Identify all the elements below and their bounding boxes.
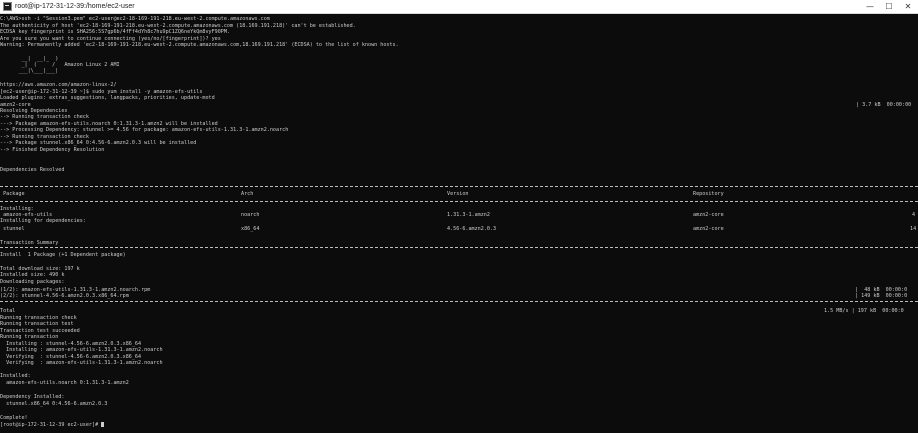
row-size: 4: [912, 212, 916, 218]
shell-prompt[interactable]: [root@ip-172-31-12-39 ec2-user]#: [0, 422, 105, 428]
dependency-installed-line: stunnel.x86_64 0:4.56-6.amzn2.0.3: [0, 401, 108, 407]
transaction-line: Running transaction test: [0, 321, 74, 327]
download-item-stats: | 149 kB 00:00:0: [855, 293, 908, 299]
maximize-button[interactable]: ☐: [880, 0, 898, 14]
prompt-text: [root@ip-172-31-12-39 ec2-user]#: [0, 422, 102, 428]
ami-url-line: https://aws.amazon.com/amazon-linux-2/: [0, 82, 117, 88]
plugins-line: Loaded plugins: extras_suggestions, lang…: [0, 95, 215, 101]
terminal-app-icon: [3, 2, 12, 11]
dependency-line: --> Running transaction check: [0, 114, 89, 120]
row-version: 4.56-6.amzn2.0.3: [447, 226, 497, 232]
deps-resolved-line: Dependencies Resolved: [0, 167, 65, 173]
installed-package-line: amazon-efs-utils.noarch 0:1.31.3-1.amzn2: [0, 380, 129, 386]
table-separator: [0, 186, 918, 187]
terminal-output[interactable]: C:\AWS>ssh -i "Session3.pem" ec2-user@ec…: [0, 15, 918, 433]
installed-label: Installed:: [0, 373, 31, 379]
repo-stats: | 3.7 kB 00:00:00: [856, 102, 912, 108]
downloading-line: Downloading packages:: [0, 279, 65, 285]
minimize-button[interactable]: —: [861, 0, 879, 14]
installing-deps-label: Installing for dependencies:: [0, 218, 86, 224]
transaction-summary-line: Transaction Summary: [0, 240, 59, 246]
window-title: root@ip-172-31-12-39:/home/ec2-user: [15, 3, 135, 10]
ascii-banner-line: ___|\___|___|: [0, 68, 59, 74]
complete-line: Complete!: [0, 415, 28, 421]
ssh-command-line: C:\AWS>ssh -i "Session3.pem" ec2-user@ec…: [0, 16, 270, 22]
close-button[interactable]: ✕: [899, 0, 917, 14]
dependency-line: --> Processing Dependency: stunnel >= 4.…: [0, 127, 289, 133]
dependency-line: --> Finished Dependency Resolution: [0, 147, 105, 153]
transaction-line: Verifying : amazon-efs-utils-1.31.3-1.am…: [0, 360, 163, 366]
installed-size-line: Installed size: 490 k: [0, 272, 65, 278]
row-package: stunnel: [0, 226, 25, 232]
row-repository: amzn2-core: [693, 226, 724, 232]
header-package: Package: [0, 191, 25, 197]
install-summary-line: Install 1 Package (+1 Dependent package): [0, 252, 126, 258]
text-cursor: [101, 422, 105, 427]
dependency-line: ---> Package stunnel.x86_64 0:4.56-6.amz…: [0, 140, 197, 146]
row-arch: noarch: [241, 212, 260, 218]
row-repository: amzn2-core: [693, 212, 724, 218]
table-separator: [0, 301, 918, 302]
download-item-line: (2/2): stunnel-4.56-6.amzn2.0.3.x86_64.r…: [0, 293, 129, 299]
table-separator: [0, 201, 918, 202]
row-size: 14: [910, 226, 917, 232]
header-version: Version: [447, 191, 469, 197]
transaction-line: Running transaction: [0, 334, 59, 340]
header-arch: Arch: [241, 191, 254, 197]
window-titlebar: root@ip-172-31-12-39:/home/ec2-user — ☐ …: [0, 0, 918, 14]
row-arch: x86_64: [241, 226, 260, 232]
row-version: 1.31.3-1.amzn2: [447, 212, 490, 218]
table-separator: [0, 247, 918, 248]
fingerprint-line: ECDSA key fingerprint is SHA256:5S7gp6b/…: [0, 29, 231, 35]
dependency-installed-label: Dependency Installed:: [0, 394, 65, 400]
transaction-line: Installing : amazon-efs-utils-1.31.3-1.a…: [0, 347, 163, 353]
header-repository: Repository: [693, 191, 724, 197]
known-hosts-line: Warning: Permanently added 'ec2-18-169-1…: [0, 42, 399, 48]
total-line: Total: [0, 308, 16, 314]
total-stats: 1.5 MB/s | 197 kB 00:00:0: [824, 308, 904, 314]
